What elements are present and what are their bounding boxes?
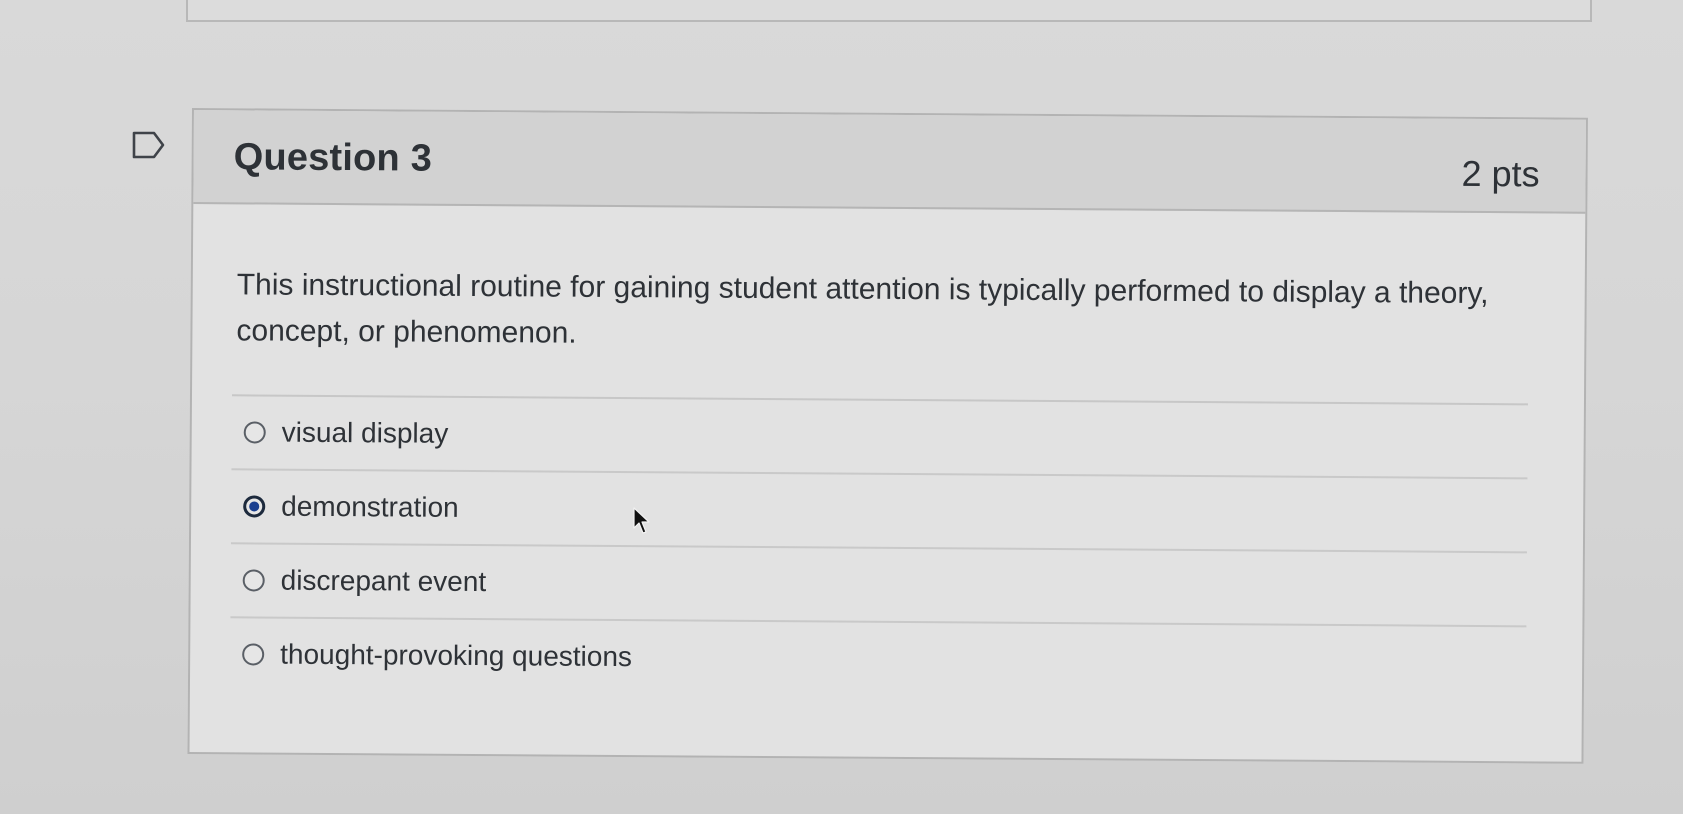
flag-bookmark-icon (132, 131, 165, 159)
question-header: Question 3 2 pts (193, 110, 1586, 214)
answer-option[interactable]: thought-provoking questions (230, 618, 1526, 699)
radio-button-selected[interactable] (243, 495, 266, 518)
previous-question-card (186, 0, 1592, 22)
answer-option[interactable]: discrepant event (230, 544, 1527, 628)
question-card: Question 3 2 pts This instructional rout… (187, 108, 1588, 764)
question-title: Question 3 (233, 136, 433, 180)
answer-label[interactable]: discrepant event (281, 565, 487, 598)
radio-button[interactable] (243, 421, 266, 444)
radio-button[interactable] (242, 643, 265, 666)
answer-label[interactable]: visual display (282, 417, 449, 450)
question-points: 2 pts (1461, 152, 1540, 195)
answer-list: visual display demonstration discrepant … (229, 394, 1528, 700)
answer-label[interactable]: thought-provoking questions (280, 639, 632, 673)
answer-option-selected[interactable]: demonstration (230, 470, 1528, 554)
flag-question-button[interactable] (132, 130, 166, 160)
radio-button[interactable] (242, 569, 265, 592)
question-text: This instructional routine for gaining s… (236, 268, 1489, 350)
answer-option[interactable]: visual display (231, 396, 1528, 480)
answer-label[interactable]: demonstration (281, 491, 459, 524)
